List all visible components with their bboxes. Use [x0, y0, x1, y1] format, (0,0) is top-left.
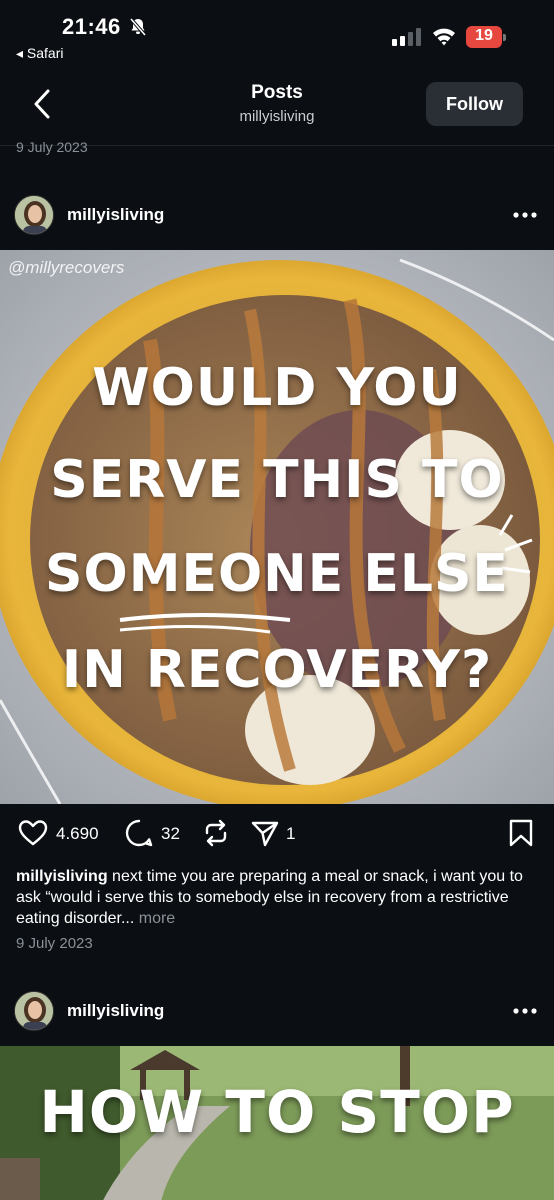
overlay-line-1: WOULD YOU — [92, 358, 462, 418]
battery-percent: 19 — [475, 27, 493, 44]
comment-count[interactable]: 32 — [161, 824, 180, 844]
status-time: 21:46 — [62, 14, 121, 39]
post-image[interactable]: @millyrecovers WOULD YOU SERVE THIS TO S… — [0, 250, 554, 804]
back-to-safari[interactable]: ◂ Safari — [16, 45, 64, 62]
share-count[interactable]: 1 — [286, 824, 295, 844]
bowl-photo — [0, 250, 554, 804]
avatar[interactable] — [14, 991, 54, 1031]
comment-icon[interactable] — [124, 818, 154, 848]
avatar[interactable] — [14, 195, 54, 235]
overlay-line-1: HOW TO STOP — [39, 1078, 515, 1146]
caption-more-link[interactable]: more — [134, 910, 175, 927]
post-actions: 4.690 32 1 — [0, 816, 554, 856]
like-count[interactable]: 4.690 — [56, 824, 99, 844]
overlay-line-2: SERVE THIS TO — [50, 450, 504, 510]
more-dots-icon[interactable] — [512, 1001, 538, 1021]
post-image[interactable]: HOW TO STOP — [0, 1046, 554, 1200]
post-date: 9 July 2023 — [16, 935, 93, 952]
caption-username[interactable]: millyisliving — [16, 868, 108, 885]
previous-post-date: 9 July 2023 — [16, 139, 88, 155]
post-caption: millyisliving next time you are preparin… — [16, 866, 536, 929]
overlay-line-3: SOMEONE ELSE — [45, 544, 509, 604]
heart-icon[interactable] — [18, 818, 48, 848]
wifi-icon — [433, 28, 455, 46]
post-header: millyisliving — [0, 991, 554, 1047]
cellular-signal-icon — [392, 28, 421, 46]
bell-muted-icon — [129, 17, 147, 37]
status-bar: 21:46 ◂ Safari 19 — [0, 0, 554, 72]
overlay-line-4: IN RECOVERY? — [61, 640, 493, 700]
post-username[interactable]: millyisliving — [67, 205, 164, 225]
bookmark-icon[interactable] — [506, 818, 536, 848]
repost-icon[interactable] — [201, 818, 231, 848]
follow-button[interactable]: Follow — [426, 82, 523, 126]
battery-indicator: 19 — [466, 26, 506, 48]
image-watermark: @millyrecovers — [8, 258, 125, 277]
posts-header: Posts millyisliving Follow — [0, 72, 554, 146]
share-icon[interactable] — [250, 818, 280, 848]
more-dots-icon[interactable] — [512, 205, 538, 225]
post-header: millyisliving — [0, 195, 554, 251]
post-username[interactable]: millyisliving — [67, 1001, 164, 1021]
